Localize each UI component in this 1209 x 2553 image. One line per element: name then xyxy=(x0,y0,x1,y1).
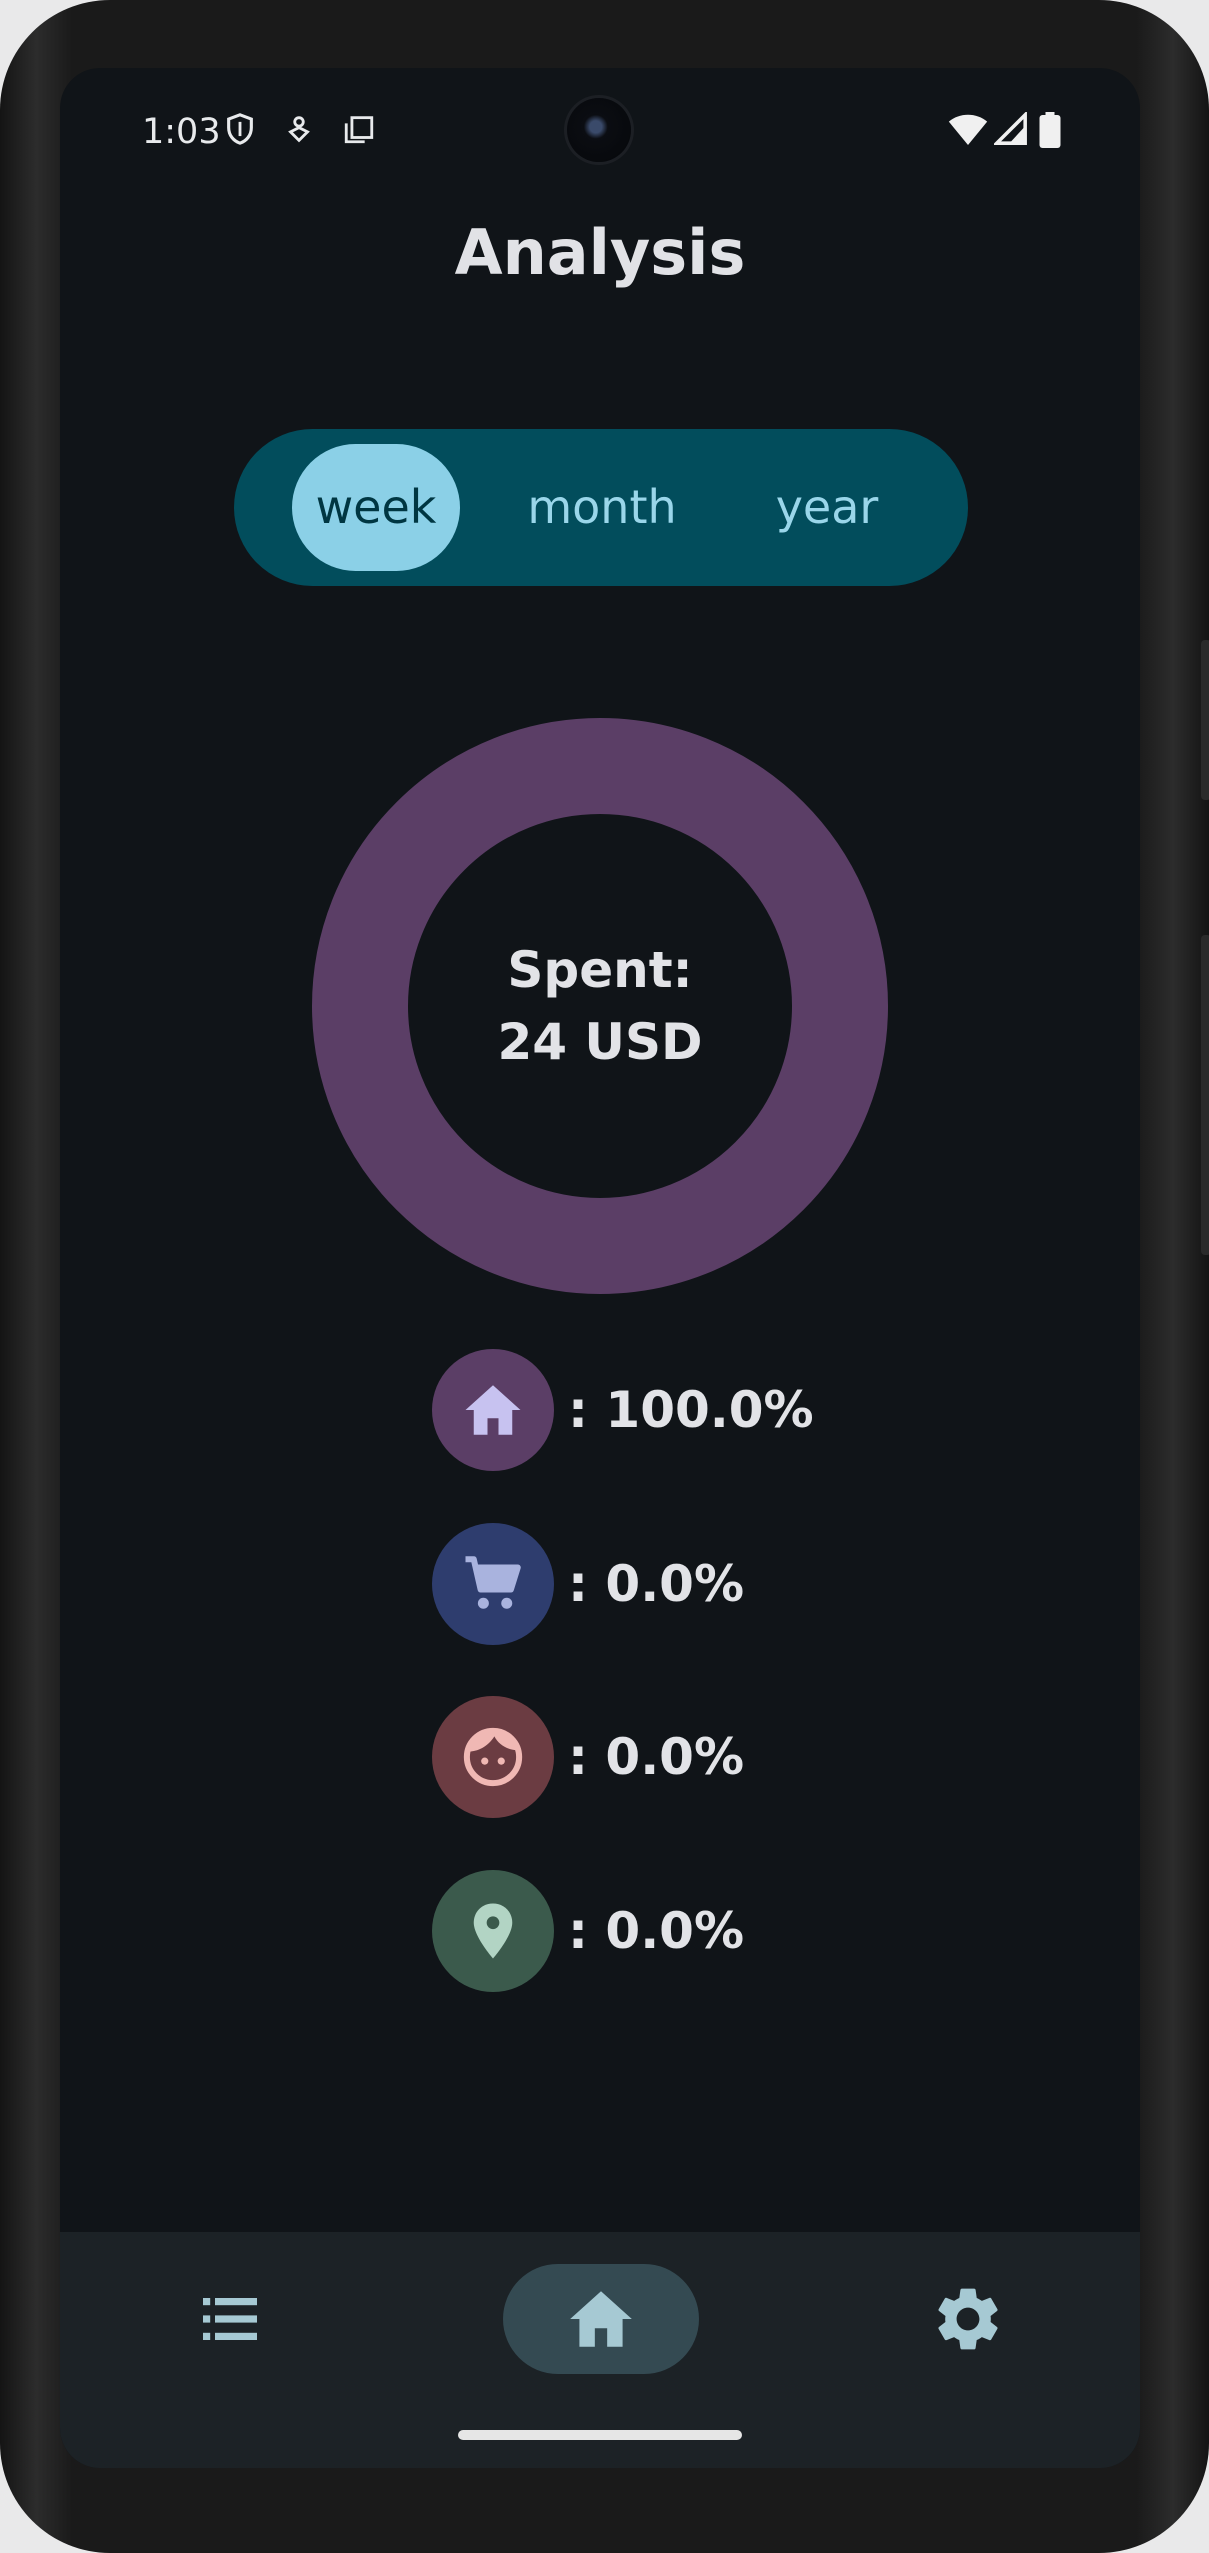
spending-donut-chart: Spent: 24 USD xyxy=(311,717,889,1295)
shopping-cart-icon xyxy=(465,1556,521,1609)
phone-frame: 1:03 Analysis week month year Spent: 24 … xyxy=(0,0,1209,2553)
signal-icon xyxy=(994,112,1027,145)
screen-copy-icon xyxy=(344,116,374,144)
battery-icon xyxy=(1039,112,1061,148)
gear-icon xyxy=(938,2288,998,2350)
wifi-icon xyxy=(948,114,988,145)
legend-row-location: : 0.0% xyxy=(432,1870,744,1992)
house-icon xyxy=(465,1385,521,1435)
home-category-badge xyxy=(432,1349,554,1471)
wallet-sync-icon xyxy=(288,116,310,143)
tab-year[interactable]: year xyxy=(742,444,912,571)
front-camera xyxy=(567,98,631,162)
power-button xyxy=(1201,935,1209,1255)
status-time: 1:03 xyxy=(142,112,221,152)
status-bar: 1:03 xyxy=(60,68,1140,198)
spent-amount: 24 USD xyxy=(497,1013,703,1071)
legend-row-personal: : 0.0% xyxy=(432,1696,744,1818)
location-percent: : 0.0% xyxy=(568,1902,745,1960)
tab-month[interactable]: month xyxy=(508,444,696,571)
legend-row-home: : 100.0% xyxy=(432,1349,814,1471)
donut-center-text: Spent: 24 USD xyxy=(311,717,889,1295)
location-pin-icon xyxy=(473,1903,513,1959)
list-icon xyxy=(203,2298,257,2340)
volume-button xyxy=(1201,640,1209,800)
nav-settings-button[interactable] xyxy=(913,2264,1023,2374)
page-title: Analysis xyxy=(454,216,746,289)
legend-row-shopping: : 0.0% xyxy=(432,1523,744,1645)
period-selector: week month year xyxy=(234,429,968,586)
home-icon xyxy=(570,2291,632,2347)
personal-percent: : 0.0% xyxy=(568,1728,745,1786)
shopping-category-badge xyxy=(432,1523,554,1645)
home-percent: : 100.0% xyxy=(568,1381,814,1439)
nav-home-button[interactable] xyxy=(503,2264,699,2374)
shield-icon xyxy=(227,113,253,145)
nav-list-button[interactable] xyxy=(175,2264,285,2374)
personal-category-badge xyxy=(432,1696,554,1818)
location-category-badge xyxy=(432,1870,554,1992)
gesture-home-indicator[interactable] xyxy=(458,2430,742,2440)
tab-week[interactable]: week xyxy=(292,444,460,571)
spent-label: Spent: xyxy=(507,941,693,999)
shopping-percent: : 0.0% xyxy=(568,1555,745,1613)
screen: 1:03 Analysis week month year Spent: 24 … xyxy=(60,68,1140,2468)
face-icon xyxy=(463,1727,523,1787)
